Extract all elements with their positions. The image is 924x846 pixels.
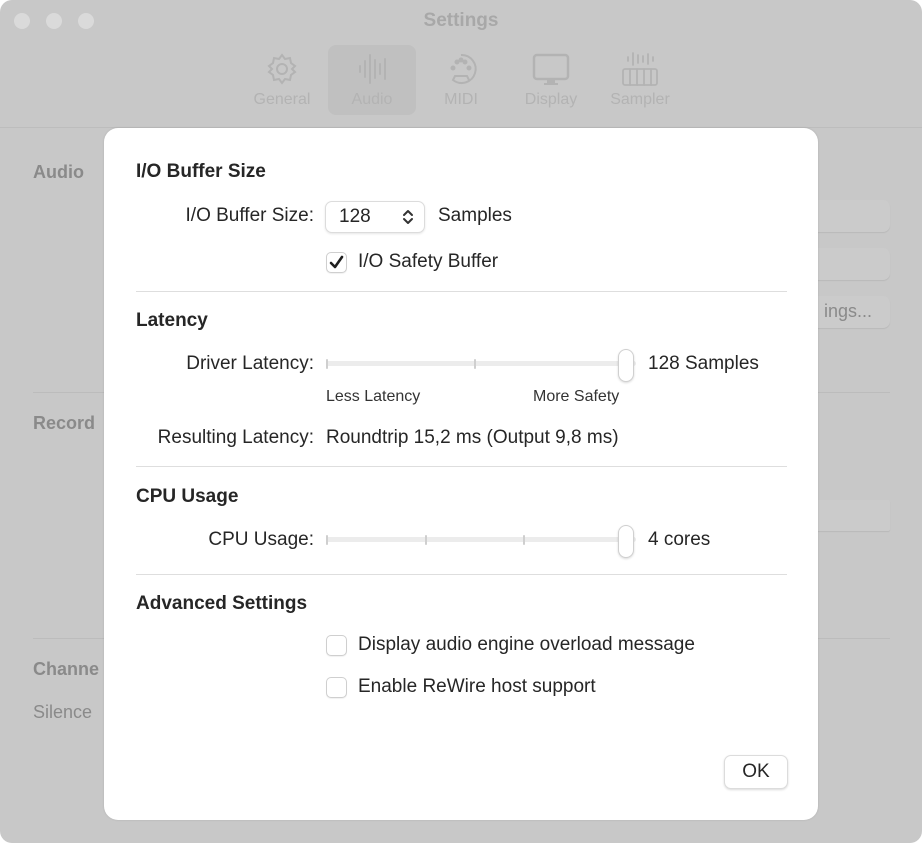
tab-display-label: Display: [524, 91, 578, 108]
io-safety-buffer-label: I/O Safety Buffer: [358, 251, 499, 272]
more-safety-label: More Safety: [533, 388, 620, 405]
slider-tick: [326, 359, 328, 369]
tab-sampler[interactable]: Sampler: [596, 45, 684, 115]
driver-latency-value: 128 Samples: [648, 353, 759, 374]
gear-icon: [238, 51, 326, 87]
monitor-icon: [507, 51, 595, 87]
tab-sampler-label: Sampler: [610, 91, 670, 108]
io-buffer-size-label: I/O Buffer Size:: [185, 205, 314, 226]
slider-knob[interactable]: [618, 525, 634, 558]
section-title-io-buffer: I/O Buffer Size: [136, 161, 266, 182]
section-divider: [136, 574, 787, 575]
overload-message-checkbox[interactable]: [326, 635, 347, 656]
slider-track: [326, 537, 636, 542]
bg-section-channel: Channe: [33, 659, 100, 679]
slider-knob[interactable]: [618, 349, 634, 382]
sampler-keyboard-icon: [596, 51, 684, 87]
cpu-usage-label: CPU Usage:: [208, 529, 314, 550]
less-latency-label: Less Latency: [326, 388, 421, 405]
tab-audio-label: Audio: [351, 91, 393, 108]
bg-silence-label: Silence: [33, 702, 93, 722]
io-safety-buffer-checkbox[interactable]: [326, 252, 347, 273]
tab-midi-label: MIDI: [444, 91, 478, 108]
slider-tick: [424, 535, 427, 545]
io-buffer-size-popup[interactable]: 128: [325, 201, 425, 233]
chevron-up-down-icon: [402, 208, 414, 231]
slider-tick: [326, 535, 328, 545]
rewire-host-label: Enable ReWire host support: [358, 676, 596, 697]
tab-audio[interactable]: Audio: [328, 45, 416, 115]
driver-latency-label: Driver Latency:: [186, 353, 314, 374]
overload-message-label: Display audio engine overload message: [358, 634, 695, 655]
section-title-latency: Latency: [136, 310, 208, 331]
io-buffer-size-value: 128: [339, 206, 371, 227]
tab-general-label: General: [253, 91, 311, 108]
section-title-cpu-usage: CPU Usage: [136, 486, 239, 507]
bg-section-recording: Record: [33, 413, 96, 433]
slider-track: [326, 361, 636, 366]
cpu-usage-slider[interactable]: [326, 525, 636, 558]
tab-midi[interactable]: MIDI: [417, 45, 505, 115]
bg-settings-button-label: ings...: [823, 301, 872, 321]
tab-general[interactable]: General: [238, 45, 326, 115]
slider-tick: [474, 359, 476, 369]
rewire-host-checkbox[interactable]: [326, 677, 347, 698]
section-divider: [136, 291, 787, 292]
io-buffer-unit-label: Samples: [438, 205, 512, 226]
tab-display[interactable]: Display: [507, 45, 595, 115]
bg-section-audio: Audio: [33, 162, 84, 182]
checkmark-icon: [329, 255, 344, 269]
resulting-latency-label: Resulting Latency:: [157, 427, 314, 448]
settings-window: Settings General Audio MIDI Display Samp…: [0, 0, 922, 843]
ok-button[interactable]: OK: [724, 755, 788, 789]
driver-latency-slider[interactable]: [326, 349, 636, 382]
resulting-latency-value: Roundtrip 15,2 ms (Output 9,8 ms): [326, 427, 619, 448]
section-divider: [136, 466, 787, 467]
cpu-usage-value: 4 cores: [648, 529, 711, 550]
section-title-advanced: Advanced Settings: [136, 593, 308, 614]
audio-settings-dialog: I/O Buffer Size I/O Buffer Size: 128 Sam…: [104, 128, 818, 820]
midi-connector-icon: [417, 51, 505, 87]
waveform-icon: [328, 51, 416, 87]
window-title: Settings: [423, 10, 499, 31]
